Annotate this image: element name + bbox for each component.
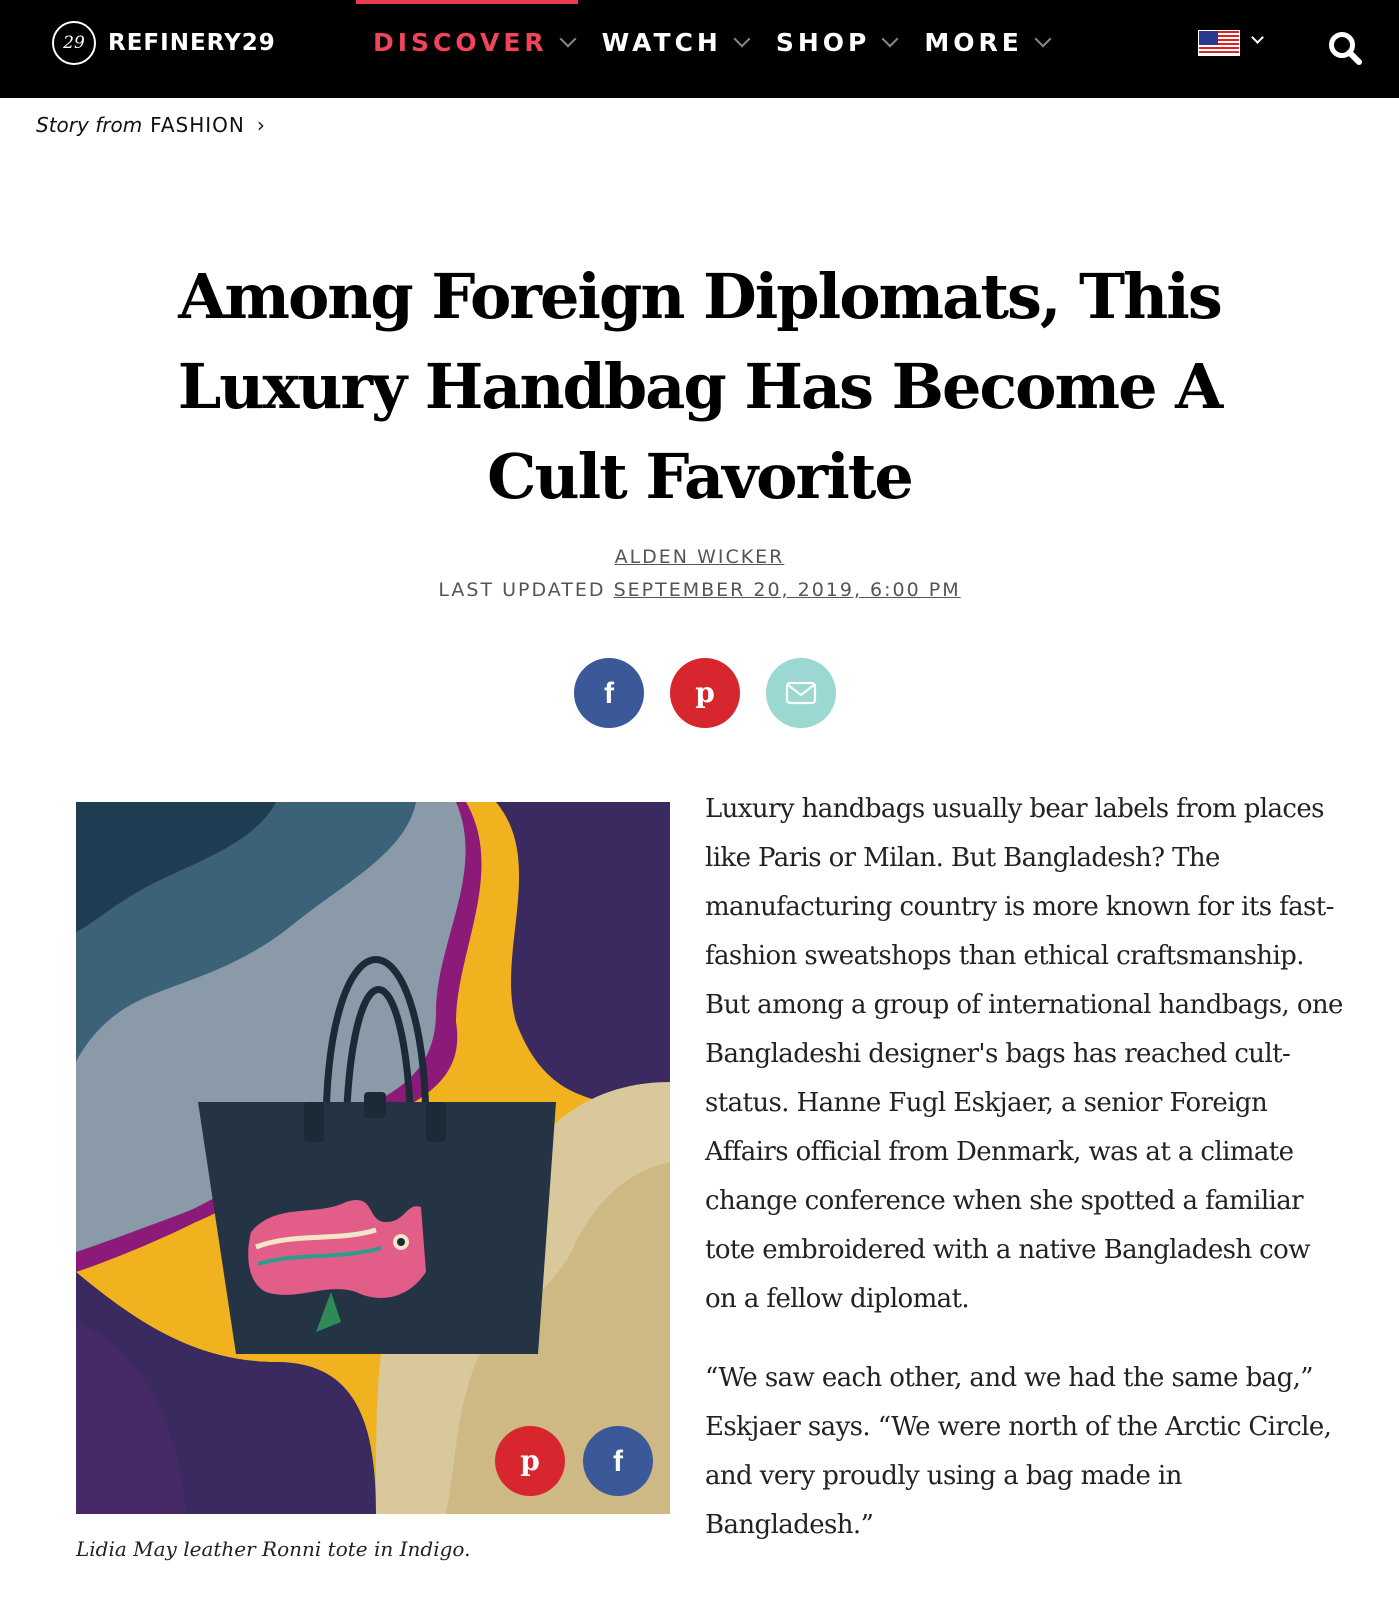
image-pinterest-button[interactable]: p bbox=[495, 1426, 565, 1496]
updated-label: LAST UPDATED bbox=[438, 579, 606, 601]
nav-label: MORE bbox=[924, 28, 1023, 57]
nav-label: DISCOVER bbox=[373, 28, 548, 57]
logo-text: REFINERY29 bbox=[108, 30, 276, 56]
svg-text:f: f bbox=[613, 1446, 624, 1476]
paragraph: Luxury handbags usually bear labels from… bbox=[705, 794, 1343, 1314]
breadcrumb: Story from FASHION › bbox=[36, 113, 265, 137]
chevron-down-icon bbox=[881, 30, 899, 47]
pinterest-share-button[interactable]: p bbox=[670, 658, 740, 728]
nav-item-more[interactable]: MORE bbox=[924, 28, 1052, 57]
nav-label: SHOP bbox=[775, 28, 871, 57]
svg-text:p: p bbox=[520, 1445, 540, 1477]
nav-active-indicator bbox=[356, 0, 578, 4]
main-nav: DISCOVER WATCH SHOP MORE bbox=[373, 28, 1077, 57]
byline: ALDEN WICKER bbox=[0, 546, 1399, 568]
breadcrumb-prefix: Story from bbox=[36, 113, 143, 137]
pinterest-icon: p bbox=[695, 677, 715, 709]
mail-icon bbox=[785, 681, 817, 705]
chevron-down-icon bbox=[733, 30, 751, 47]
breadcrumb-category-link[interactable]: FASHION bbox=[150, 113, 245, 137]
updated-date-link[interactable]: SEPTEMBER 20, 2019, 6:00 PM bbox=[614, 579, 961, 601]
image-facebook-button[interactable]: f bbox=[583, 1426, 653, 1496]
chevron-right-icon: › bbox=[256, 113, 265, 137]
facebook-share-button[interactable]: f bbox=[574, 658, 644, 728]
facebook-icon: f bbox=[613, 1446, 624, 1476]
article-image: p f bbox=[76, 802, 670, 1514]
logo-mark: 29 bbox=[52, 21, 96, 65]
last-updated: LAST UPDATED SEPTEMBER 20, 2019, 6:00 PM bbox=[0, 579, 1399, 601]
email-share-button[interactable] bbox=[766, 658, 836, 728]
nav-item-discover[interactable]: DISCOVER bbox=[373, 28, 577, 57]
facebook-icon: f bbox=[604, 678, 615, 708]
nav-item-shop[interactable]: SHOP bbox=[775, 28, 899, 57]
author-link[interactable]: ALDEN WICKER bbox=[615, 546, 785, 568]
search-icon[interactable] bbox=[1327, 30, 1363, 66]
site-logo[interactable]: 29 REFINERY29 bbox=[52, 20, 276, 66]
svg-text:f: f bbox=[604, 678, 615, 708]
chevron-down-icon bbox=[1034, 30, 1052, 47]
image-caption: Lidia May leather Ronni tote in Indigo. bbox=[76, 1537, 471, 1561]
article-title: Among Foreign Diplomats, This Luxury Han… bbox=[177, 260, 1224, 513]
article-body: Luxury handbags usually bear labels from… bbox=[705, 785, 1345, 1580]
us-flag-icon[interactable] bbox=[1198, 30, 1240, 56]
pinterest-icon: p bbox=[520, 1445, 540, 1477]
nav-item-watch[interactable]: WATCH bbox=[601, 28, 751, 57]
top-nav-bar: 29 REFINERY29 DISCOVER WATCH SHOP MORE bbox=[0, 0, 1399, 98]
svg-text:p: p bbox=[695, 677, 715, 709]
chevron-down-icon bbox=[559, 30, 577, 47]
chevron-down-icon[interactable] bbox=[1251, 31, 1264, 44]
nav-label: WATCH bbox=[601, 28, 722, 57]
paragraph: “We saw each other, and we had the same … bbox=[705, 1363, 1332, 1540]
